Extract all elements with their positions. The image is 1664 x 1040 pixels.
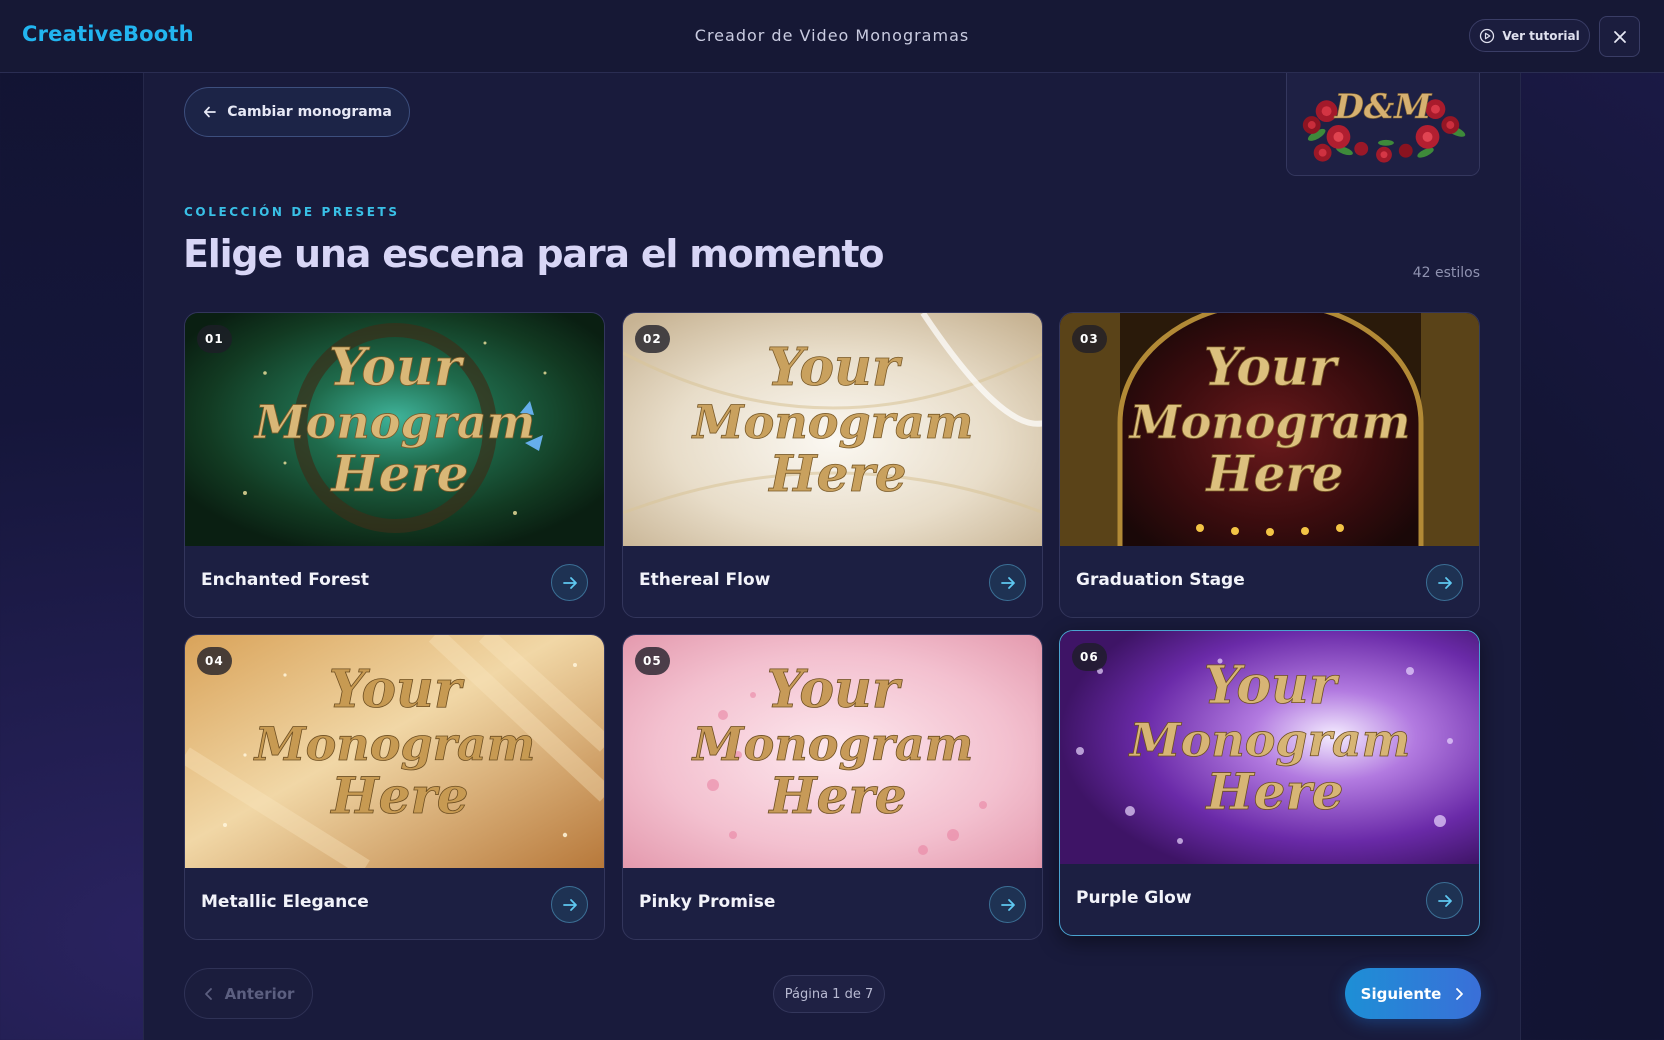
select-preset-button[interactable] — [551, 886, 588, 923]
svg-text:Your: Your — [329, 659, 465, 720]
chevron-right-icon — [1456, 987, 1464, 1000]
preset-card[interactable]: Your Monogram Here 01 Enchanted Forest — [184, 312, 605, 618]
svg-text:Here: Here — [767, 766, 906, 825]
monogram-floral-image: D&M — [1287, 73, 1479, 175]
preset-name: Metallic Elegance — [201, 892, 369, 912]
preset-card[interactable]: Your Monogram Here 03 Graduation Stage — [1059, 312, 1480, 618]
select-preset-button[interactable] — [551, 564, 588, 601]
arrow-right-icon — [1437, 576, 1452, 589]
previous-page-button[interactable]: Anterior — [184, 968, 313, 1019]
svg-text:Here: Here — [767, 444, 906, 503]
preset-thumbnail: Your Monogram Here — [1060, 631, 1479, 864]
select-preset-button[interactable] — [1426, 564, 1463, 601]
preset-name: Purple Glow — [1076, 888, 1192, 908]
arrow-right-icon — [562, 898, 577, 911]
preset-card[interactable]: Your Monogram Here 06 Purple Glow — [1059, 630, 1480, 936]
preset-number: 06 — [1072, 643, 1107, 671]
monogram-initials: D&M — [1334, 86, 1434, 126]
svg-text:Monogram: Monogram — [1128, 395, 1411, 449]
section-title: Elige una escena para el momento — [183, 232, 884, 276]
select-preset-button[interactable] — [1426, 882, 1463, 919]
section-eyebrow: COLECCIÓN DE PRESETS — [184, 205, 400, 219]
monogram-preview: D&M — [1286, 73, 1480, 176]
preset-card[interactable]: Your Monogram Here 04 Metallic Elegance — [184, 634, 605, 940]
arrow-right-icon — [1000, 576, 1015, 589]
preset-name: Pinky Promise — [639, 892, 776, 912]
svg-text:Your: Your — [767, 659, 903, 720]
preset-thumbnail: Your Monogram Here — [623, 635, 1042, 868]
preset-name: Ethereal Flow — [639, 570, 771, 590]
svg-text:Monogram: Monogram — [253, 395, 536, 449]
svg-text:Monogram: Monogram — [1128, 713, 1411, 767]
preset-card[interactable]: Your Monogram Here 02 Ethereal Flow — [622, 312, 1043, 618]
app-title: Creador de Video Monogramas — [694, 26, 970, 45]
page-indicator: Página 1 de 7 — [773, 975, 885, 1013]
styles-count: 42 estilos — [1412, 265, 1480, 281]
next-page-button[interactable]: Siguiente — [1345, 968, 1481, 1019]
preset-number: 05 — [635, 647, 670, 675]
tutorial-button[interactable]: Ver tutorial — [1469, 19, 1590, 52]
arrow-right-icon — [562, 576, 577, 589]
preset-thumbnail: Your Monogram Here — [185, 313, 604, 546]
chevron-left-icon — [204, 987, 212, 1000]
play-circle-icon — [1480, 28, 1495, 43]
select-preset-button[interactable] — [989, 886, 1026, 923]
preset-thumbnail: Your Monogram Here — [623, 313, 1042, 546]
preset-name: Graduation Stage — [1076, 570, 1245, 590]
change-monogram-label: Cambiar monograma — [227, 104, 392, 120]
preset-number: 02 — [635, 325, 670, 353]
arrow-left-icon — [204, 106, 217, 118]
svg-text:Your: Your — [767, 337, 903, 398]
svg-text:Your: Your — [1204, 337, 1340, 398]
change-monogram-button[interactable]: Cambiar monograma — [184, 87, 410, 137]
next-label: Siguiente — [1360, 984, 1442, 1003]
select-preset-button[interactable] — [989, 564, 1026, 601]
close-icon — [1613, 30, 1626, 43]
svg-text:Here: Here — [1204, 444, 1343, 503]
arrow-right-icon — [1437, 894, 1452, 907]
svg-text:Your: Your — [329, 337, 465, 398]
svg-text:Here: Here — [1204, 762, 1343, 821]
svg-text:Here: Here — [329, 444, 468, 503]
tutorial-label: Ver tutorial — [1502, 28, 1580, 43]
svg-text:Monogram: Monogram — [253, 717, 536, 771]
preset-thumbnail: Your Monogram Here — [185, 635, 604, 868]
close-button[interactable] — [1599, 16, 1640, 57]
svg-text:Your: Your — [1204, 655, 1340, 716]
preset-number: 04 — [197, 647, 232, 675]
preset-name: Enchanted Forest — [201, 570, 369, 590]
preset-number: 01 — [197, 325, 232, 353]
svg-text:Monogram: Monogram — [691, 717, 974, 771]
top-bar: CreativeBooth Creador de Video Monograma… — [0, 0, 1664, 73]
preset-card[interactable]: Your Monogram Here 05 Pinky Promise — [622, 634, 1043, 940]
svg-text:Here: Here — [329, 766, 468, 825]
arrow-right-icon — [1000, 898, 1015, 911]
previous-label: Anterior — [224, 984, 295, 1003]
preset-number: 03 — [1072, 325, 1107, 353]
svg-text:Monogram: Monogram — [691, 395, 974, 449]
preset-thumbnail: Your Monogram Here — [1060, 313, 1479, 546]
